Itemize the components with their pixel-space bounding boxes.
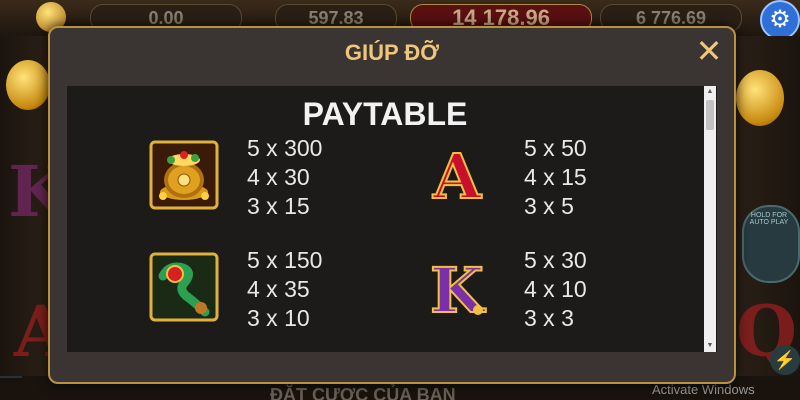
paytable-heading: PAYTABLE	[302, 96, 468, 132]
payout-line: 4 x 30	[247, 164, 310, 190]
letter-k-icon: K	[422, 252, 492, 328]
coin-icon	[6, 60, 50, 110]
close-button[interactable]: ✕	[692, 34, 726, 68]
coin-icon	[736, 70, 784, 126]
gold-pot-payouts: 5 x 300 4 x 30 3 x 15	[247, 134, 322, 221]
paytable-scrollbar[interactable]: ▲ ▼	[704, 86, 716, 352]
payout-line: 3 x 10	[247, 305, 310, 331]
settings-gear-icon[interactable]: ⚙	[760, 0, 800, 40]
payout-line: 4 x 15	[524, 164, 587, 190]
payout-line: 5 x 150	[247, 247, 323, 273]
letter-a-payouts: 5 x 50 4 x 15 3 x 5	[524, 134, 587, 221]
paytable-panel[interactable]: PAYTABLE 5 x 300 4 x 30 3 x 15 A 5 x 50 …	[67, 86, 717, 352]
gold-pot-icon	[149, 140, 219, 210]
payout-line: 3 x 3	[524, 305, 574, 331]
help-modal: GIÚP ĐỠ ✕ PAYTABLE 5 x 300 4 x 30 3 x 15…	[48, 26, 736, 384]
turbo-lightning-icon[interactable]: ⚡	[770, 345, 800, 375]
svg-text:A: A	[432, 140, 482, 210]
jade-ruyi-icon	[149, 252, 219, 322]
payout-line: 3 x 15	[247, 193, 310, 219]
scroll-down-arrow-icon[interactable]: ▼	[704, 340, 716, 352]
jade-ruyi-payouts: 5 x 150 4 x 35 3 x 10	[247, 246, 322, 333]
payout-line: 4 x 35	[247, 276, 310, 302]
letter-k-payouts: 5 x 30 4 x 10 3 x 3	[524, 246, 587, 333]
payout-line: 3 x 5	[524, 193, 574, 219]
bet-label: ĐẶT CƯỢC CỦA BẠN	[270, 385, 456, 400]
windows-activation-watermark: Activate Windows	[652, 382, 755, 397]
payout-line: 5 x 300	[247, 135, 323, 161]
modal-title: GIÚP ĐỠ	[344, 40, 440, 65]
payout-line: 5 x 30	[524, 247, 587, 273]
payout-line: 4 x 10	[524, 276, 587, 302]
scroll-up-arrow-icon[interactable]: ▲	[704, 86, 716, 98]
letter-a-icon: A	[422, 139, 492, 214]
autoplay-label: HOLD FOR AUTO PLAY	[749, 212, 789, 226]
scroll-thumb[interactable]	[706, 100, 714, 130]
payout-line: 5 x 50	[524, 135, 587, 161]
